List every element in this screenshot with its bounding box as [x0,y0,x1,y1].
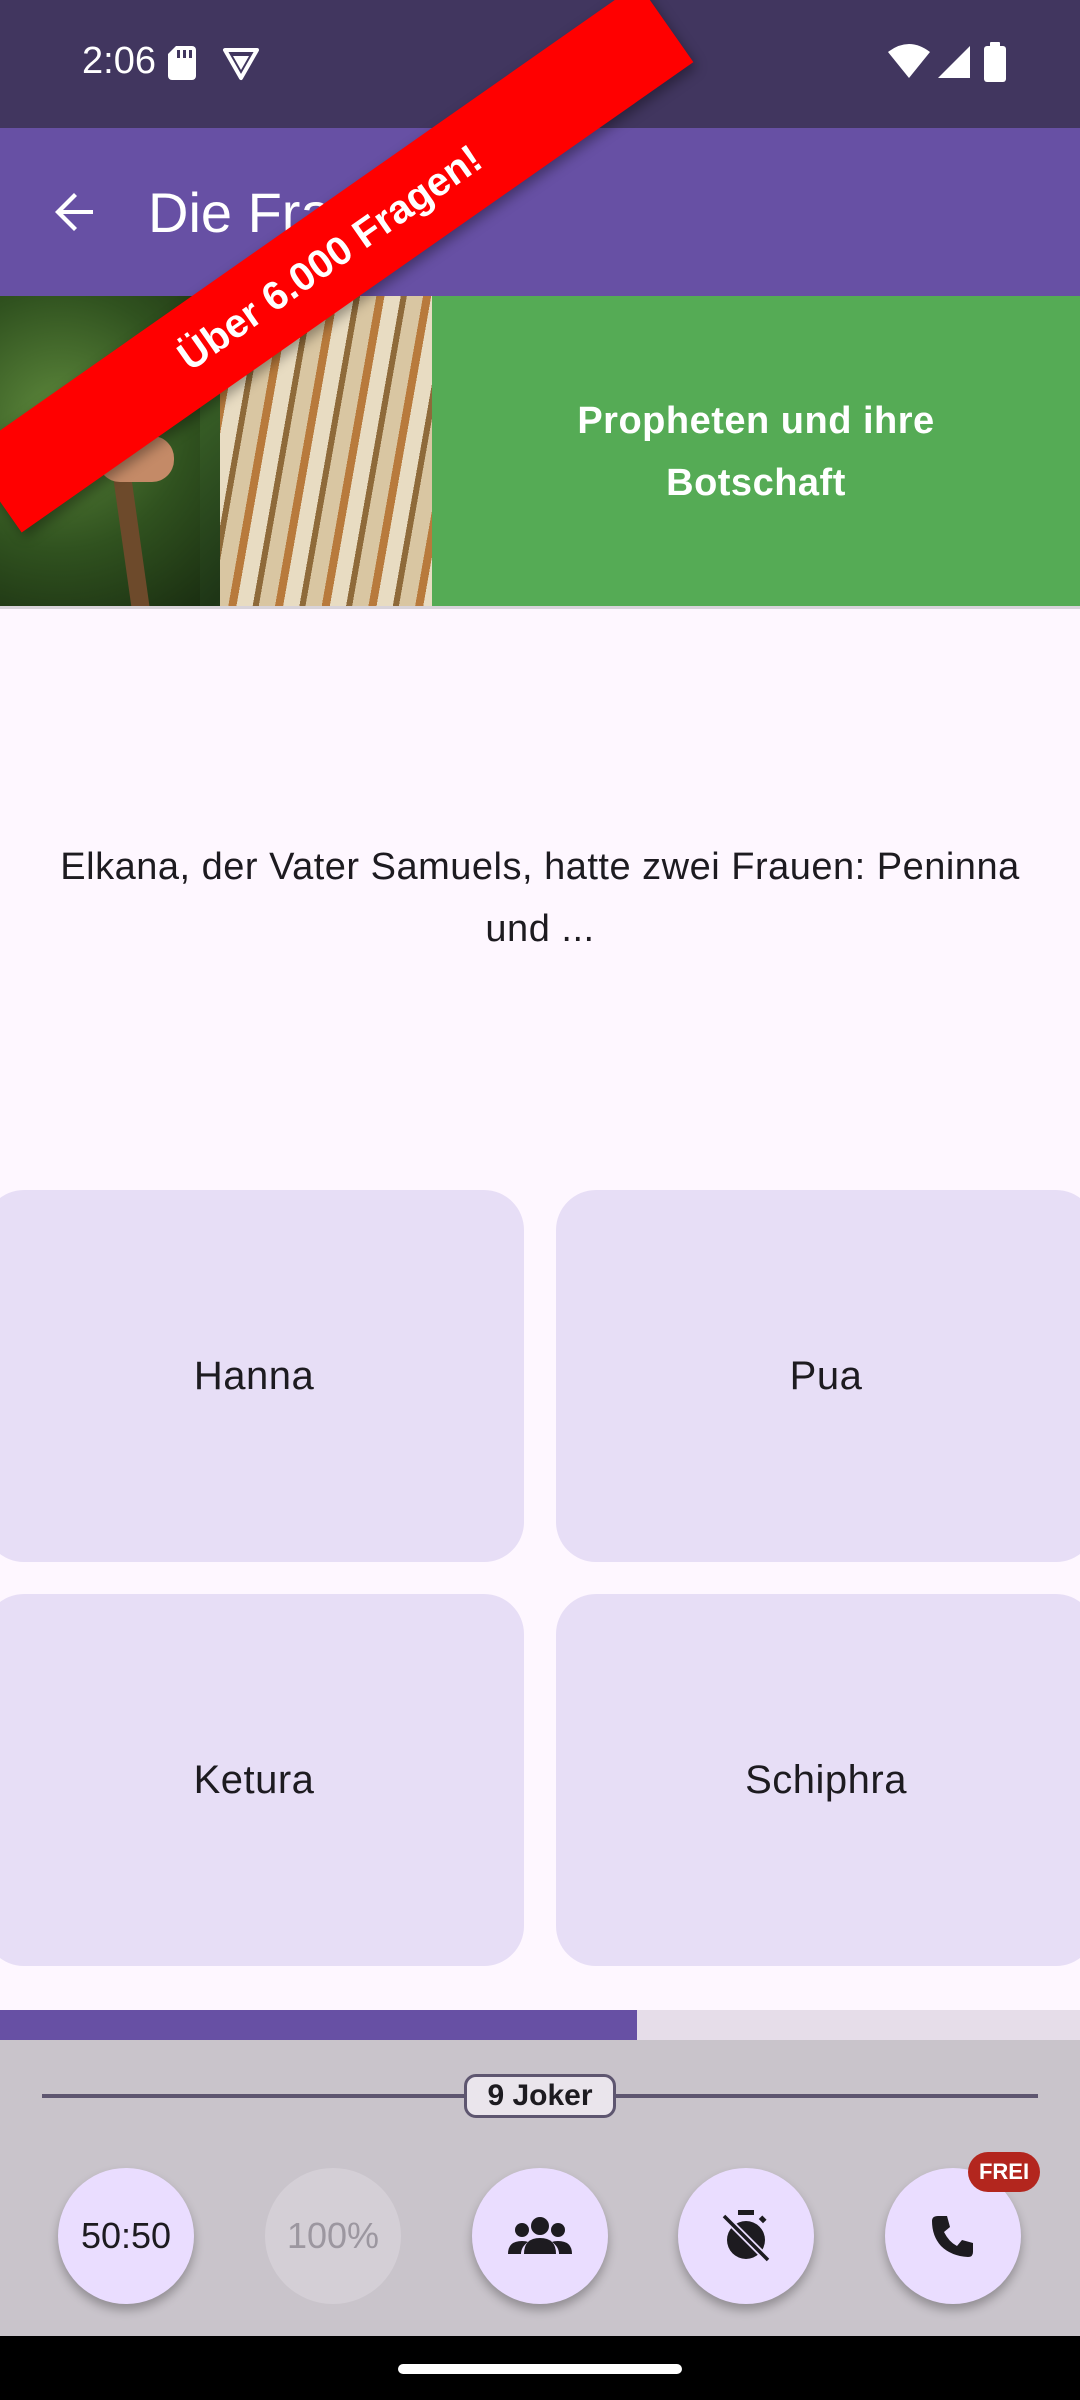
navigation-bar [0,2336,1080,2400]
divider [0,606,1080,609]
status-time: 2:06 [82,40,156,82]
vpn-shield-icon [223,48,259,80]
answer-label: Pua [789,1353,863,1398]
phone-icon [932,2216,973,2257]
joker-label: 100% [286,2215,380,2256]
timer-off-icon [721,2210,771,2263]
joker-audience-button[interactable] [472,2168,608,2304]
question-text: Elkana, der Vater Samuels, hatte zwei Fr… [60,846,1020,950]
group-icon [508,2217,572,2254]
answer-button-4[interactable]: Schiphra [556,1594,1080,1966]
answer-button-2[interactable]: Pua [556,1190,1080,1562]
arrow-back-icon [55,193,93,231]
timer-progress-fill [0,2010,638,2040]
joker-time-button[interactable] [678,2168,814,2304]
back-button[interactable] [40,172,110,252]
joker-label: 50:50 [80,2215,172,2256]
home-gesture-handle[interactable] [398,2364,682,2374]
answer-label: Schiphra [745,1757,907,1802]
battery-icon [984,42,1006,82]
joker-count-badge: 9 Joker [464,2074,616,2118]
signal-icon [938,46,970,78]
answer-button-3[interactable]: Ketura [0,1594,524,1966]
free-badge: FREI [968,2152,1040,2192]
answer-label: Hanna [193,1353,315,1398]
joker-hundred-percent-button: 100% [265,2168,401,2304]
timer-progress-bar [0,2010,1080,2040]
sd-card-icon [168,46,196,80]
wifi-icon [888,44,930,78]
answer-button-1[interactable]: Hanna [0,1190,524,1562]
joker-panel: 9 Joker 50:50 100% FREI [0,2040,1080,2336]
category-label: Propheten und ihre Botschaft [577,400,935,504]
joker-fifty-fifty-button[interactable]: 50:50 [58,2168,194,2304]
category-label-box: Propheten und ihre Botschaft [432,296,1080,608]
app-screen: 2:06 Die Frage Propheten und ihre Botsch… [0,0,1080,2400]
answer-label: Ketura [193,1757,315,1802]
